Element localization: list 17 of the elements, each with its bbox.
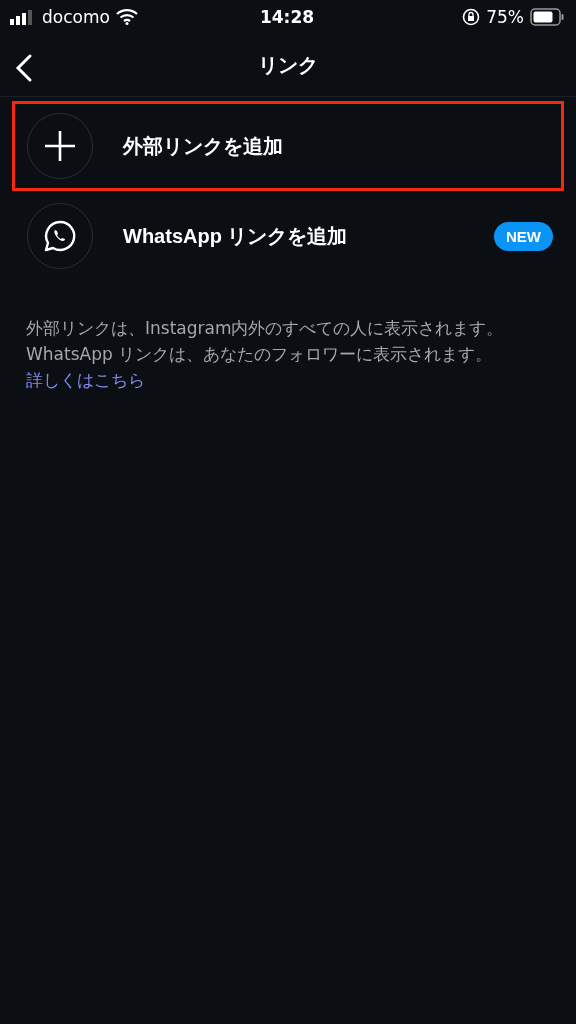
plus-icon [43,129,77,163]
learn-more-link[interactable]: 詳しくはこちら [26,370,145,390]
chat-bubble-phone-icon [42,218,78,254]
clock-time: 14:28 [259,7,315,27]
carrier-name: docomo [42,7,110,27]
new-badge: NEW [494,221,553,251]
rotation-lock-icon [462,8,481,26]
link-option[interactable]: WhatsApp リンクを追加 NEW [12,191,564,281]
option-label: 外部リンクを追加 [123,133,284,159]
battery-icon [530,8,564,26]
option-label: WhatsApp リンクを追加 [123,223,349,249]
info-text: 外部リンクは、Instagram内外のすべての人に表示されます。WhatsApp リンクは、あなたのフォロワーに表示されます。 詳しくはこちら [26,317,505,392]
link-option[interactable]: 外部リンクを追加 [12,101,564,191]
battery-percentage: 75% [486,7,524,27]
page-title: リンク [258,51,318,79]
chevron-left-icon [14,53,34,83]
wifi-icon [115,9,138,25]
